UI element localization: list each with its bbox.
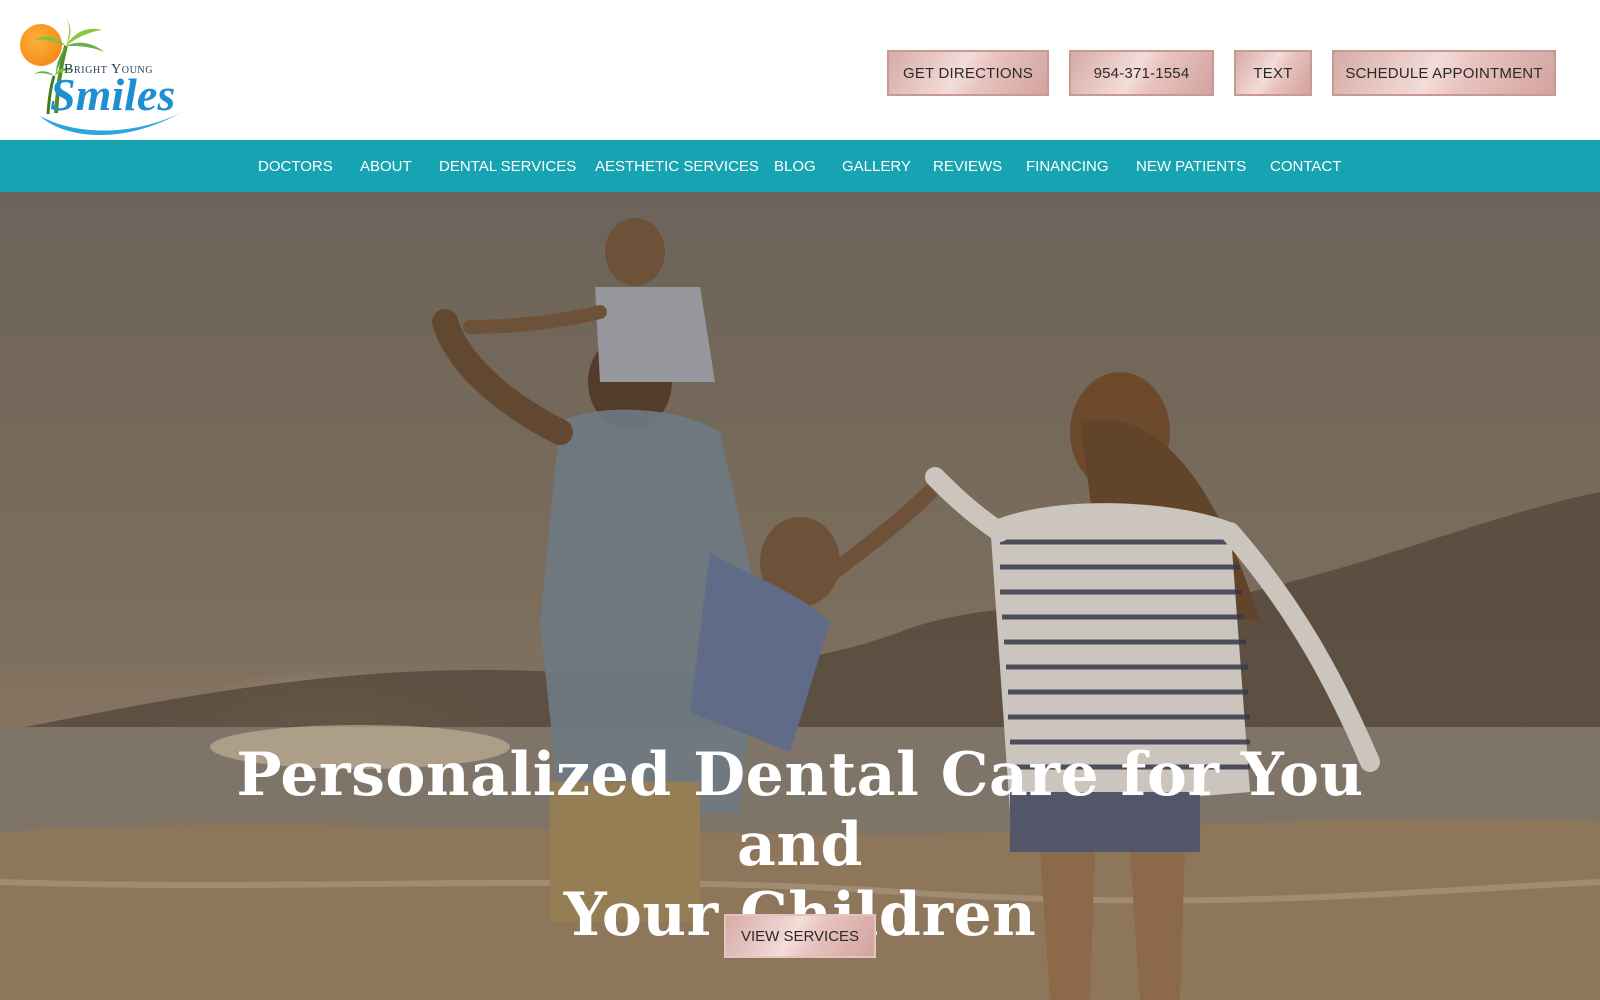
get-directions-button[interactable]: GET DIRECTIONS [887, 50, 1049, 96]
nav-item-contact[interactable]: CONTACT [1270, 140, 1341, 192]
schedule-appointment-button[interactable]: SCHEDULE APPOINTMENT [1332, 50, 1556, 96]
nav-item-about[interactable]: ABOUT [360, 140, 412, 192]
phone-button[interactable]: 954-371-1554 [1069, 50, 1214, 96]
main-navigation: DOCTORS ABOUT DENTAL SERVICES AESTHETIC … [0, 140, 1600, 192]
nav-item-new-patients[interactable]: NEW PATIENTS [1136, 140, 1246, 192]
header-actions: GET DIRECTIONS 954-371-1554 TEXT SCHEDUL… [0, 50, 1600, 100]
nav-item-reviews[interactable]: REVIEWS [933, 140, 1002, 192]
view-services-button[interactable]: VIEW SERVICES [724, 914, 876, 958]
nav-item-aesthetic-services[interactable]: AESTHETIC SERVICES [595, 140, 759, 192]
hero-banner: Personalized Dental Care for You and You… [0, 192, 1600, 1000]
text-button[interactable]: TEXT [1234, 50, 1312, 96]
nav-item-doctors[interactable]: DOCTORS [258, 140, 333, 192]
site-header: Bright Young Smiles GET DIRECTIONS 954-3… [0, 0, 1600, 140]
nav-item-dental-services[interactable]: DENTAL SERVICES [439, 140, 576, 192]
nav-item-blog[interactable]: BLOG [774, 140, 816, 192]
nav-item-gallery[interactable]: GALLERY [842, 140, 911, 192]
hero-title-line-1: Personalized Dental Care for You and [236, 740, 1364, 880]
nav-item-financing[interactable]: FINANCING [1026, 140, 1109, 192]
